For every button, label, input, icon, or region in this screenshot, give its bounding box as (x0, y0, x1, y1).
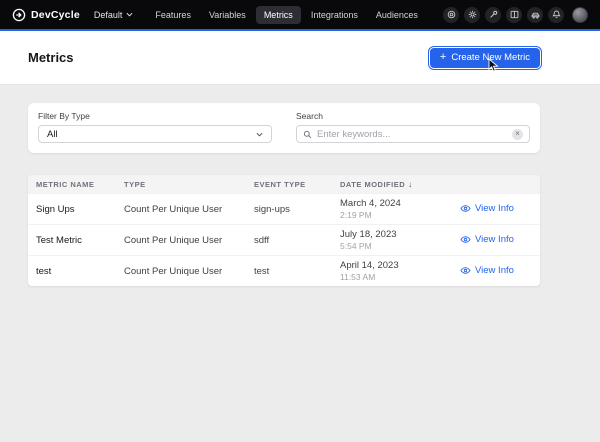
search-field: Search × (296, 111, 530, 143)
user-avatar[interactable] (572, 7, 588, 23)
date-modified-cell: July 18, 2023 5:54 PM (340, 229, 460, 251)
search-icon (303, 130, 312, 139)
main-content: Filter By Type All Search × Metric Name … (28, 103, 540, 286)
top-navbar: DevCycle Default Features Variables Metr… (0, 0, 600, 29)
nav-item-audiences[interactable]: Audiences (368, 6, 426, 24)
wrench-icon (489, 10, 498, 19)
main-nav: Features Variables Metrics Integrations … (147, 6, 425, 24)
debugger-button[interactable] (485, 7, 501, 23)
table-row: test Count Per Unique User test April 14… (28, 255, 540, 286)
search-box: × (296, 125, 530, 143)
table-row: Test Metric Count Per Unique User sdff J… (28, 224, 540, 255)
metric-name-cell: Sign Ups (36, 204, 124, 215)
view-info-link[interactable]: View Info (460, 203, 514, 214)
view-info-link[interactable]: View Info (460, 234, 514, 245)
create-button-label: Create New Metric (451, 52, 530, 63)
support-button[interactable] (443, 7, 459, 23)
page-title: Metrics (28, 50, 74, 65)
drive-button[interactable] (527, 7, 543, 23)
view-info-link[interactable]: View Info (460, 265, 514, 276)
book-icon (510, 10, 519, 19)
metric-name-cell: test (36, 266, 124, 277)
table-header-row: Metric Name Type Event Type Date Modifie… (28, 175, 540, 193)
eye-icon (460, 266, 471, 275)
search-label: Search (296, 111, 530, 121)
metric-name-cell: Test Metric (36, 235, 124, 246)
event-type-cell: sdff (254, 235, 340, 246)
notifications-button[interactable] (548, 7, 564, 23)
project-selector[interactable]: Default (94, 10, 134, 20)
event-type-cell: sign-ups (254, 204, 340, 215)
chevron-down-icon (256, 132, 263, 137)
gear-icon (468, 10, 477, 19)
filter-by-type-field: Filter By Type All (38, 111, 272, 143)
devcycle-logo-icon (12, 8, 26, 22)
table-row: Sign Ups Count Per Unique User sign-ups … (28, 193, 540, 224)
date-modified-cell: March 4, 2024 2:19 PM (340, 198, 460, 220)
column-header-event-type[interactable]: Event Type (254, 180, 340, 189)
nav-item-features[interactable]: Features (147, 6, 199, 24)
clear-search-button[interactable]: × (512, 129, 523, 140)
chevron-down-icon (126, 12, 133, 17)
metrics-table: Metric Name Type Event Type Date Modifie… (28, 175, 540, 286)
plus-icon: + (440, 52, 446, 63)
navbar-actions (443, 7, 588, 23)
sort-descending-icon: ↓ (408, 180, 413, 189)
project-selector-label: Default (94, 10, 123, 20)
date-modified-cell: April 14, 2023 11:53 AM (340, 260, 460, 282)
nav-item-metrics[interactable]: Metrics (256, 6, 301, 24)
filter-card: Filter By Type All Search × (28, 103, 540, 153)
brand-name: DevCycle (31, 9, 80, 21)
create-new-metric-button[interactable]: + Create New Metric (430, 48, 540, 68)
column-header-type[interactable]: Type (124, 180, 254, 189)
nav-item-variables[interactable]: Variables (201, 6, 254, 24)
filter-by-type-label: Filter By Type (38, 111, 272, 121)
type-filter-value: All (47, 129, 58, 140)
bell-icon (552, 10, 561, 19)
page-header: Metrics + Create New Metric (0, 31, 600, 85)
nav-item-integrations[interactable]: Integrations (303, 6, 366, 24)
metric-type-cell: Count Per Unique User (124, 266, 254, 277)
type-filter-select[interactable]: All (38, 125, 272, 143)
event-type-cell: test (254, 266, 340, 277)
eye-icon (460, 235, 471, 244)
lifebuoy-icon (447, 10, 456, 19)
column-header-metric-name[interactable]: Metric Name (36, 180, 124, 189)
metric-type-cell: Count Per Unique User (124, 235, 254, 246)
settings-button[interactable] (464, 7, 480, 23)
column-header-date-modified[interactable]: Date Modified ↓ (340, 180, 460, 189)
docs-button[interactable] (506, 7, 522, 23)
car-icon (531, 10, 540, 19)
brand[interactable]: DevCycle (12, 8, 80, 22)
search-input[interactable] (317, 129, 507, 140)
eye-icon (460, 204, 471, 213)
metric-type-cell: Count Per Unique User (124, 204, 254, 215)
